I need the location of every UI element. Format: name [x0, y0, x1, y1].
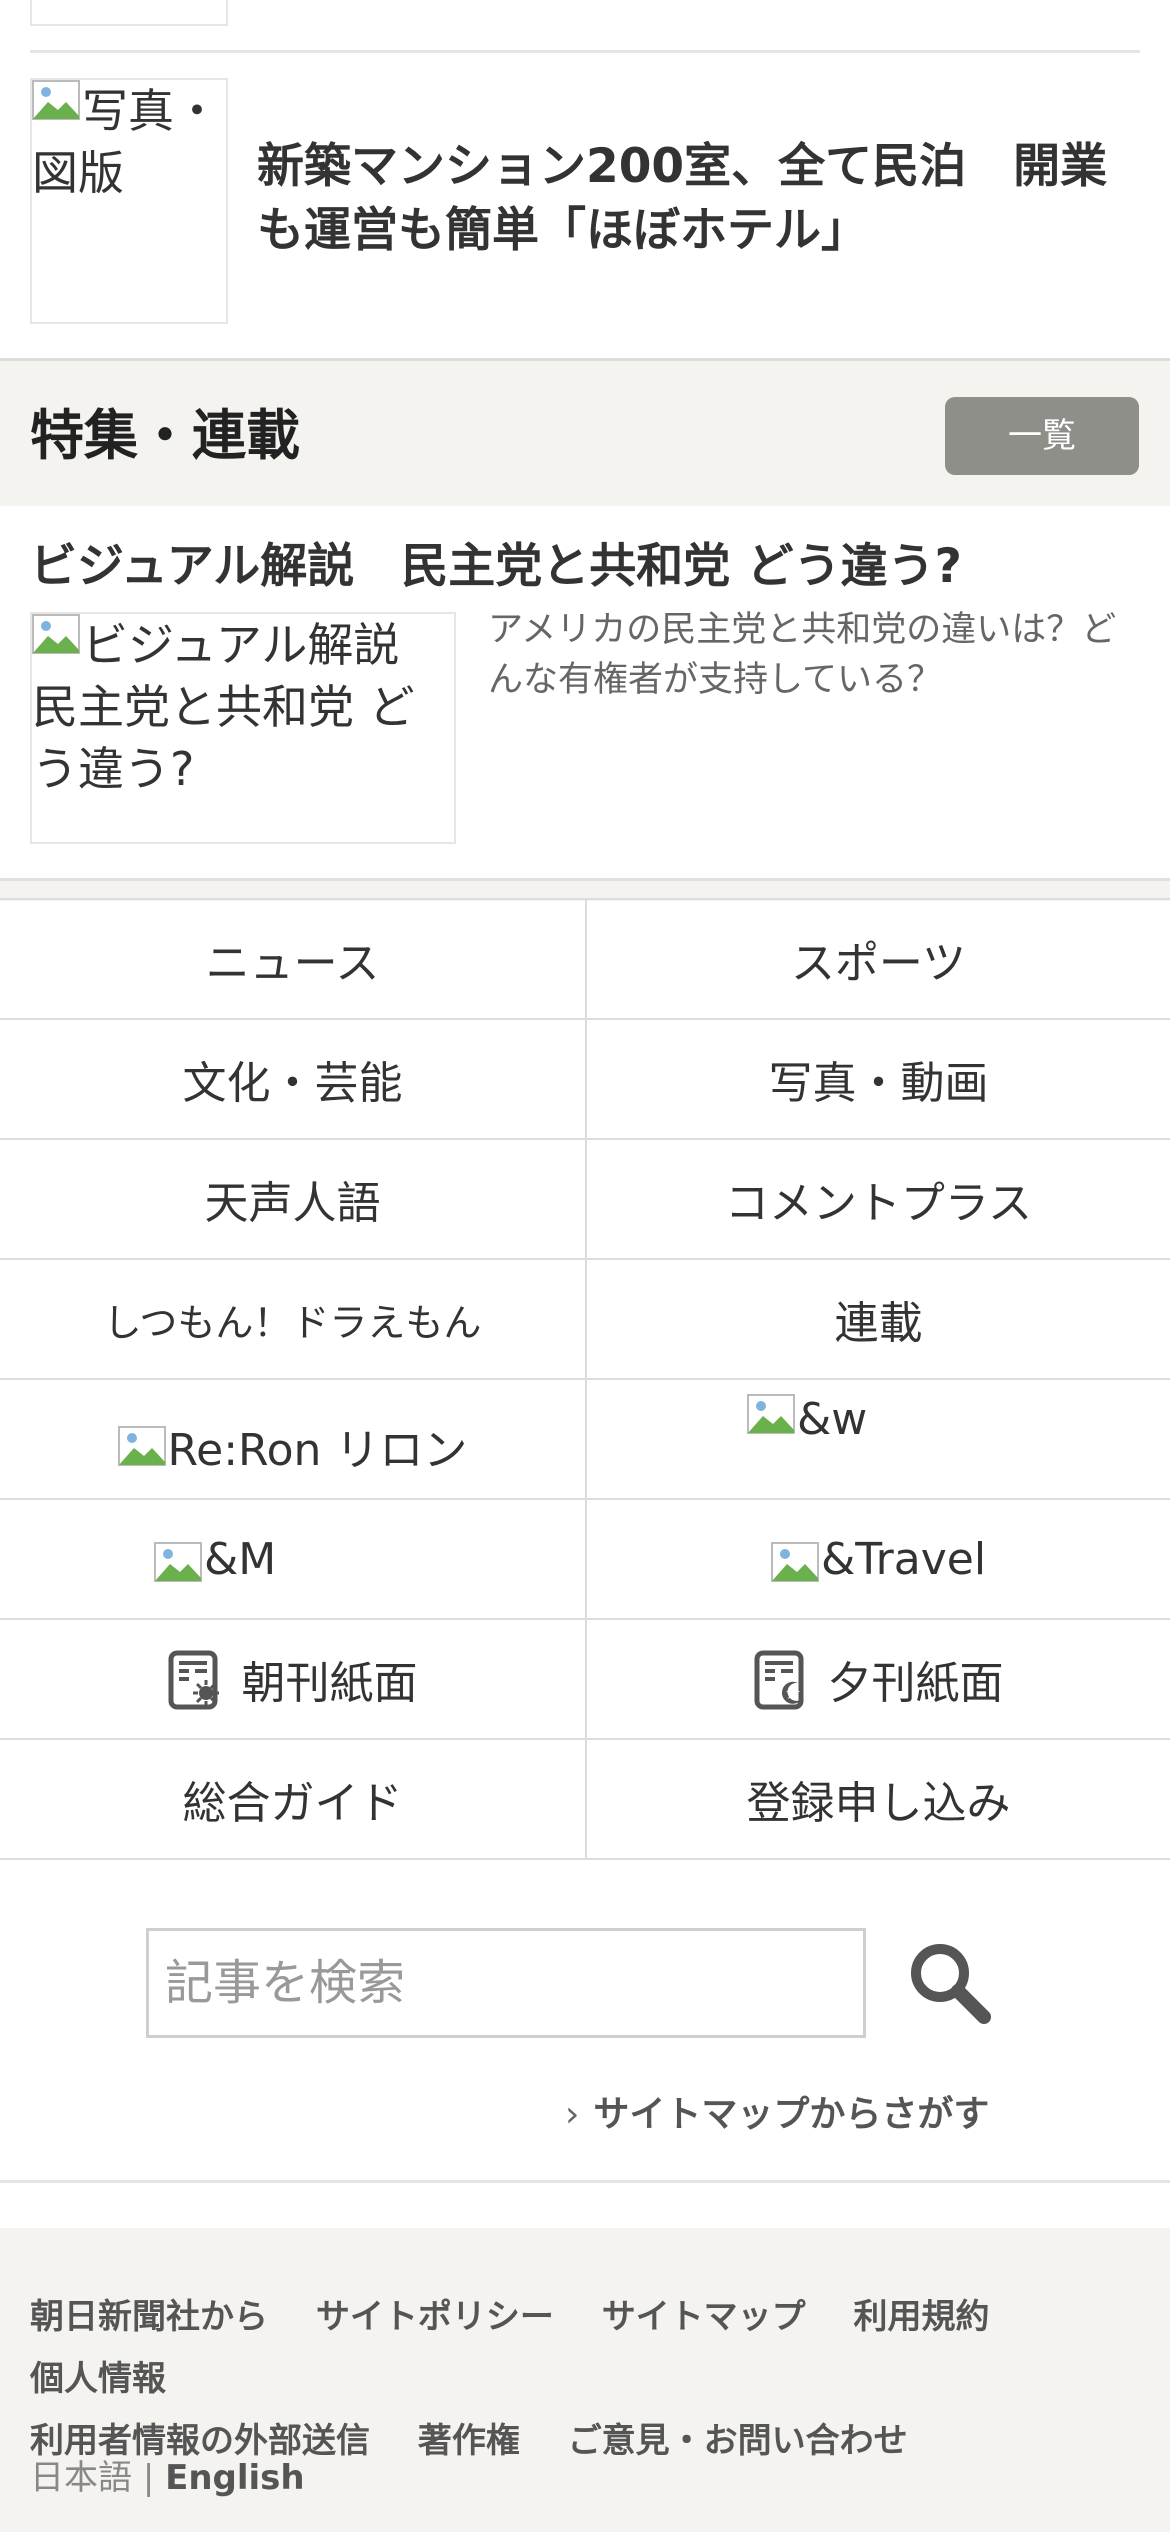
nav-culture[interactable]: 文化・芸能 — [0, 1020, 585, 1138]
nav-andtravel[interactable]: &Travel — [585, 1500, 1170, 1618]
nav-comment-plus[interactable]: コメントプラス — [585, 1140, 1170, 1258]
sitemap-link-label: サイトマップからさがす — [593, 2094, 990, 2135]
section-title: 特集・連載 — [30, 404, 300, 467]
nav-andm[interactable]: &M — [0, 1500, 585, 1618]
nav-reron[interactable]: Re:Ron リロン — [0, 1380, 585, 1498]
feature-description: アメリカの民主党と共和党の違いは？どんな有権者が支持している？ — [488, 610, 1117, 700]
nav-grid: ニュース スポーツ 文化・芸能 写真・動画 天声人語 コメントプラス しつもん！… — [0, 898, 1170, 1860]
nav-news[interactable]: ニュース — [0, 900, 585, 1018]
nav-doraemon[interactable]: しつもん！ドラえもん — [0, 1260, 585, 1378]
footer-link-copyright[interactable]: 著作権 — [418, 2421, 520, 2461]
morning-paper-icon — [168, 1647, 224, 1711]
footer-link-contact[interactable]: ご意見・お問い合わせ — [568, 2421, 908, 2461]
nav-photo-video[interactable]: 写真・動画 — [585, 1020, 1170, 1138]
prev-article-image[interactable] — [30, 0, 228, 26]
broken-image-icon — [117, 1426, 166, 1466]
search-icon — [902, 1944, 998, 2035]
search-button[interactable] — [902, 1935, 998, 2031]
article-headline[interactable]: 新築マンション200室、全て民泊 開業も運営も簡単「ほぼホテル」 — [257, 135, 1147, 263]
nav-sports[interactable]: スポーツ — [585, 900, 1170, 1018]
article-image[interactable]: 写真・図版 — [30, 78, 228, 324]
lang-japanese[interactable]: 日本語 — [30, 2458, 132, 2498]
nav-morning-paper[interactable]: 朝刊紙面 — [0, 1620, 585, 1738]
nav-andm-label: &M — [204, 1533, 277, 1585]
nav-tenseijingo[interactable]: 天声人語 — [0, 1140, 585, 1258]
nav-reron-label: Re:Ron リロン — [167, 1425, 468, 1476]
broken-image-icon — [32, 614, 80, 654]
nav-evening-paper[interactable]: 夕刊紙面 — [585, 1620, 1170, 1738]
broken-image-icon — [32, 80, 80, 120]
feature-image[interactable]: ビジュアル解説 民主党と共和党 どう違う? — [30, 612, 456, 844]
nav-andw-label: &w — [797, 1394, 868, 1445]
divider — [0, 2180, 1170, 2183]
sitemap-link[interactable]: › サイトマップからさがす — [565, 2085, 989, 2137]
nav-morning-paper-label: 朝刊紙面 — [241, 1658, 418, 1709]
broken-image-icon — [747, 1394, 795, 1434]
broken-image-icon — [154, 1542, 202, 1582]
lang-separator: | — [142, 2458, 155, 2498]
nav-evening-paper-label: 夕刊紙面 — [827, 1658, 1004, 1709]
footer-links: 朝日新聞社から サイトポリシー サイトマップ 利用規約 個人情報 利用者情報の外… — [30, 2286, 1150, 2472]
features-header: 特集・連載 一覧 — [0, 358, 1170, 506]
search-input[interactable]: 記事を検索 — [146, 1928, 866, 2038]
footer: 朝日新聞社から サイトポリシー サイトマップ 利用規約 個人情報 利用者情報の外… — [0, 2228, 1170, 2532]
evening-paper-icon — [754, 1647, 810, 1711]
nav-guide[interactable]: 総合ガイド — [0, 1740, 585, 1858]
nav-andw[interactable]: &w — [585, 1380, 1170, 1498]
nav-register[interactable]: 登録申し込み — [585, 1740, 1170, 1858]
footer-link-privacy[interactable]: 個人情報 — [30, 2359, 166, 2399]
nav-andtravel-label: &Travel — [820, 1533, 987, 1585]
nav-series[interactable]: 連載 — [585, 1260, 1170, 1378]
footer-link-company[interactable]: 朝日新聞社から — [30, 2297, 268, 2337]
chevron-right-icon: › — [565, 2094, 580, 2135]
list-button[interactable]: 一覧 — [945, 397, 1139, 475]
footer-link-sitemap[interactable]: サイトマップ — [602, 2297, 806, 2337]
divider — [30, 50, 1140, 53]
broken-image-icon — [770, 1542, 819, 1582]
nav-doraemon-label: しつもん！ドラえもん — [103, 1300, 482, 1345]
language-switcher: 日本語 | English — [30, 2450, 305, 2499]
footer-link-site-policy[interactable]: サイトポリシー — [316, 2297, 554, 2337]
feature-title[interactable]: ビジュアル解説 民主党と共和党 どう違う? — [30, 527, 962, 596]
feature-image-alt: ビジュアル解説 民主党と共和党 どう違う? — [32, 618, 446, 796]
footer-link-terms[interactable]: 利用規約 — [854, 2297, 990, 2337]
lang-english[interactable]: English — [165, 2458, 305, 2498]
